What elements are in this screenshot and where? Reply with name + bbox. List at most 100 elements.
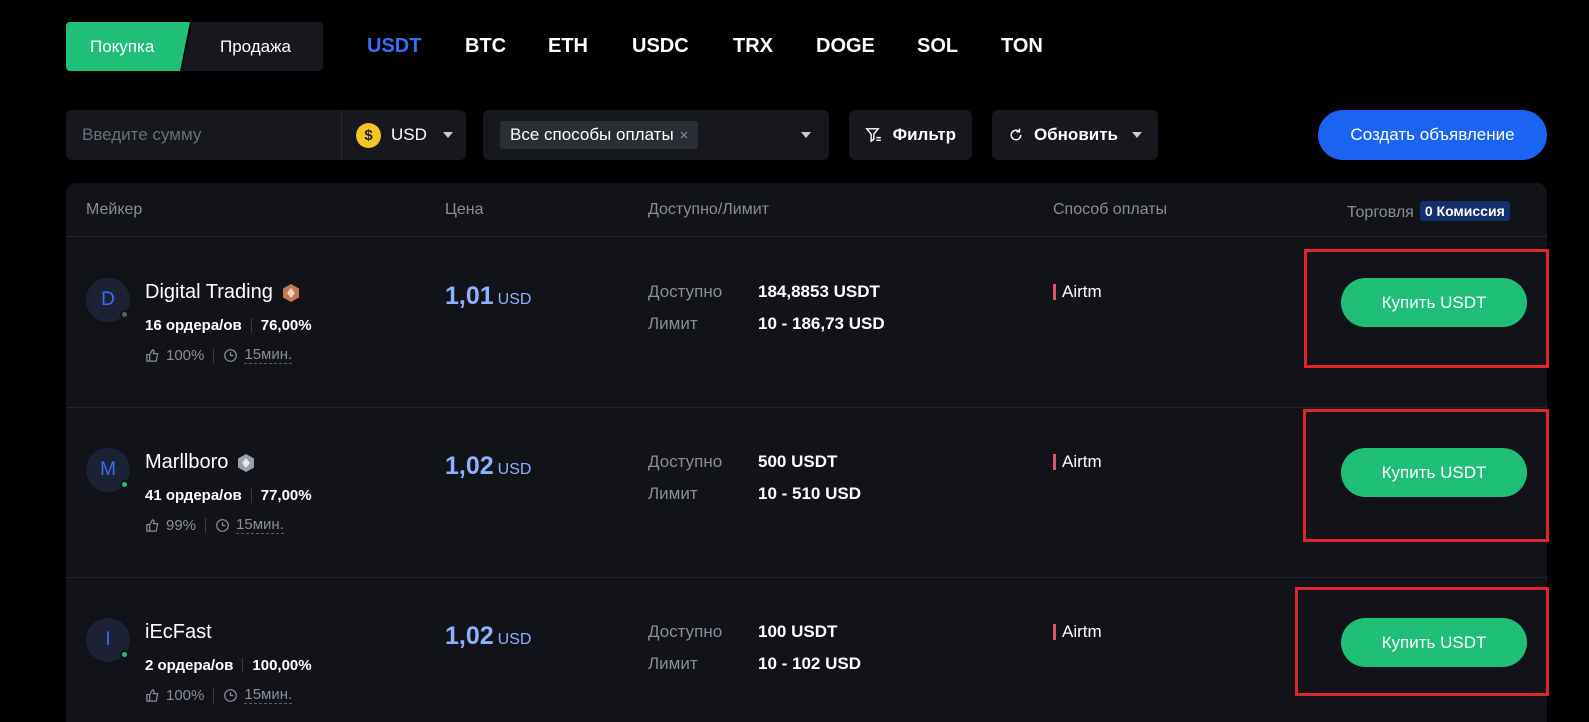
payment-method-label: Airtm xyxy=(1062,622,1102,641)
maker-stats: 16 ордера/ов 76,00% xyxy=(145,317,312,334)
avatar-initial: I xyxy=(105,629,111,650)
refresh-icon xyxy=(1010,128,1022,141)
price-currency: USD xyxy=(497,461,532,478)
avatar-initial: D xyxy=(101,289,115,310)
completion-rate: 100,00% xyxy=(252,657,312,674)
payment-time[interactable]: 15мин. xyxy=(244,686,293,704)
amount-filter: $ USD xyxy=(66,110,466,160)
buy-usdt-button[interactable]: Купить USDT xyxy=(1341,618,1527,667)
filter-button[interactable]: Фильтр xyxy=(849,110,972,160)
avatar[interactable]: I xyxy=(86,618,130,662)
maker-name-label: Marllboro xyxy=(145,451,229,473)
table-header: Мейкер Цена Доступно/Лимит Способ оплаты… xyxy=(66,183,1547,237)
coin-tab-sol[interactable]: SOL xyxy=(917,35,958,58)
side-tabs: Покупка Продажа xyxy=(66,22,323,71)
limit-label: Лимит xyxy=(648,314,698,333)
clock-icon xyxy=(224,688,238,702)
header-maker: Мейкер xyxy=(86,201,143,218)
limit-value: 10 - 102 USD xyxy=(758,654,861,673)
coin-tab-eth[interactable]: ETH xyxy=(548,35,588,58)
price: 1,02 USD xyxy=(445,452,531,481)
divider xyxy=(250,318,252,333)
refresh-label: Обновить xyxy=(1033,125,1118,144)
table-row: I iEcFast 2 ордера/ов 100,00% 100% 15мин… xyxy=(66,578,1547,722)
maker-stats: 41 ордера/ов 77,00% xyxy=(145,487,312,504)
avatar[interactable]: D xyxy=(86,278,130,322)
filter-icon xyxy=(865,128,881,143)
offers-table: Мейкер Цена Доступно/Лимит Способ оплаты… xyxy=(66,183,1547,722)
table-row: M Marllboro 41 ордера/ов 77,00% 99% 15ми… xyxy=(66,408,1547,578)
payment-marker xyxy=(1053,624,1056,640)
coin-tab-usdt[interactable]: USDT xyxy=(367,35,421,58)
completion-rate: 76,00% xyxy=(260,317,312,334)
thumbs-up-icon xyxy=(146,688,159,702)
bronze-badge-icon xyxy=(282,283,299,302)
create-ad-button[interactable]: Создать объявление xyxy=(1318,110,1547,160)
coin-tab-btc[interactable]: BTC xyxy=(465,35,506,58)
coin-tab-usdc[interactable]: USDC xyxy=(632,35,689,58)
currency-select[interactable]: $ USD xyxy=(342,110,453,160)
price: 1,02 USD xyxy=(445,622,531,651)
payment-time[interactable]: 15мин. xyxy=(244,346,293,364)
maker-meta: 100% 15мин. xyxy=(145,346,293,364)
divider xyxy=(213,347,215,363)
coin-tab-doge[interactable]: DOGE xyxy=(816,35,875,58)
maker-stats: 2 ордера/ов 100,00% xyxy=(145,657,312,674)
maker-name[interactable]: Digital Trading xyxy=(145,281,301,304)
filter-label: Фильтр xyxy=(892,125,956,144)
coin-tab-trx[interactable]: TRX xyxy=(733,35,773,58)
status-dot xyxy=(120,480,129,489)
divider xyxy=(205,517,207,533)
thumbs-up-icon xyxy=(146,518,159,532)
clock-icon xyxy=(224,348,238,362)
caret-down-icon xyxy=(1132,132,1142,138)
buy-usdt-button[interactable]: Купить USDT xyxy=(1341,278,1527,327)
header-trade: Торговля 0 Комиссия xyxy=(1347,201,1510,222)
payment-method-select[interactable]: Все способы оплаты × xyxy=(483,110,829,160)
payment-marker xyxy=(1053,454,1056,470)
tab-buy[interactable]: Покупка xyxy=(66,22,190,71)
price-value: 1,02 xyxy=(445,452,494,480)
coin-tab-ton[interactable]: TON xyxy=(1001,35,1043,58)
header-trade-label: Торговля xyxy=(1347,204,1414,221)
price-value: 1,02 xyxy=(445,622,494,650)
maker-meta: 100% 15мин. xyxy=(145,686,293,704)
price-currency: USD xyxy=(497,631,532,648)
payment-marker xyxy=(1053,284,1056,300)
orders-count: 2 ордера/ов xyxy=(145,657,234,674)
maker-name[interactable]: Marllboro xyxy=(145,451,256,474)
limit-value: 10 - 510 USD xyxy=(758,484,861,503)
limit-value: 10 - 186,73 USD xyxy=(758,314,885,333)
orders-count: 41 ордера/ов xyxy=(145,487,242,504)
payment-method-label: Airtm xyxy=(1062,282,1102,301)
clock-icon xyxy=(216,518,229,532)
available-value: 100 USDT xyxy=(758,622,838,641)
refresh-button[interactable]: Обновить xyxy=(992,110,1158,160)
maker-name-label: Digital Trading xyxy=(145,281,273,303)
currency-label: USD xyxy=(391,125,427,144)
caret-down-icon xyxy=(442,132,453,138)
like-rate: 99% xyxy=(166,516,197,534)
divider xyxy=(242,658,244,673)
maker-name[interactable]: iEcFast xyxy=(145,621,212,644)
header-payment: Способ оплаты xyxy=(1053,201,1168,218)
payment-method: Airtm xyxy=(1053,452,1102,472)
payment-method: Airtm xyxy=(1053,622,1102,642)
available-label: Доступно xyxy=(648,282,723,301)
tab-sell[interactable]: Продажа xyxy=(181,22,323,71)
limit-label: Лимит xyxy=(648,484,698,503)
like-rate: 100% xyxy=(166,686,205,704)
payment-time[interactable]: 15мин. xyxy=(236,516,284,534)
status-dot xyxy=(120,310,129,319)
divider xyxy=(250,488,252,503)
header-price: Цена xyxy=(445,201,484,218)
maker-meta: 99% 15мин. xyxy=(145,516,284,534)
avatar[interactable]: M xyxy=(86,448,130,492)
like-rate: 100% xyxy=(166,346,205,364)
close-icon[interactable]: × xyxy=(680,127,689,144)
caret-down-icon xyxy=(801,132,811,138)
buy-usdt-button[interactable]: Купить USDT xyxy=(1341,448,1527,497)
table-row: D Digital Trading 16 ордера/ов 76,00% 10… xyxy=(66,238,1547,408)
available-label: Доступно xyxy=(648,622,723,641)
amount-input[interactable] xyxy=(66,110,341,160)
